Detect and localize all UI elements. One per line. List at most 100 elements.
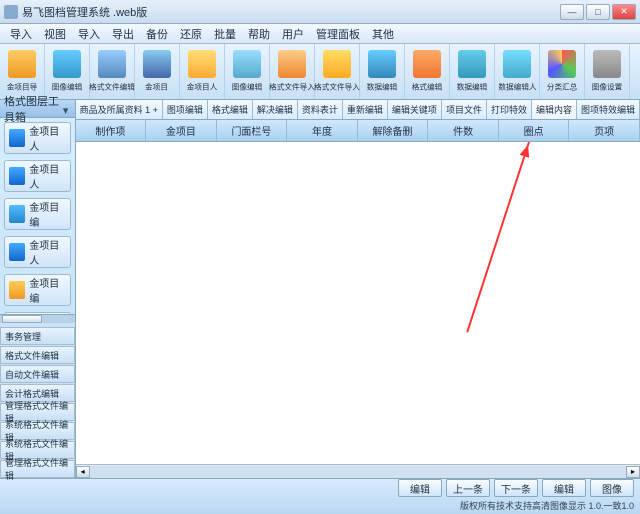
toolbar-label: 图像设置 xyxy=(592,81,623,92)
footer: 编辑上一条下一条编辑图像 版权所有技术支持高清图像显示 1.0.一致1.0 xyxy=(0,478,640,514)
tab-8[interactable]: 打印特效 xyxy=(487,100,532,119)
column-header-5[interactable]: 件数 xyxy=(428,120,499,141)
toolbar-button-3[interactable]: 金项目 xyxy=(135,44,180,99)
toolbar-button-2[interactable]: 格式文件编辑 xyxy=(90,44,135,99)
footer-button-3[interactable]: 编辑 xyxy=(542,479,586,497)
tab-6[interactable]: 编辑关键项 xyxy=(388,100,442,119)
toolbar-icon xyxy=(593,50,621,78)
footer-buttons: 编辑上一条下一条编辑图像 xyxy=(6,479,634,497)
toolbar-icon xyxy=(8,50,36,78)
toolbar-button-10[interactable]: 数据编辑 xyxy=(450,44,495,99)
column-header-4[interactable]: 解除备删 xyxy=(358,120,429,141)
menu-item-10[interactable]: 其他 xyxy=(366,26,400,42)
horizontal-scrollbar[interactable]: ◂ ▸ xyxy=(76,464,640,478)
footer-button-4[interactable]: 图像 xyxy=(590,479,634,497)
sidebar-item-1[interactable]: 金项目人 xyxy=(4,160,71,192)
scrollbar-thumb[interactable] xyxy=(2,315,42,323)
tab-4[interactable]: 资料表计 xyxy=(298,100,343,119)
sidebar-bottom: 事务管理格式文件编辑自动文件编辑会计格式编辑管理格式文件编辑系统格式文件编辑系统… xyxy=(0,323,75,478)
main-panel: 商品及所属资料 1 +图项编辑格式编辑解决编辑资料表计重新编辑编辑关键项项目文件… xyxy=(76,100,640,478)
sidebar-item-4[interactable]: 金项目编 xyxy=(4,274,71,306)
toolbar-button-1[interactable]: 图像编辑 xyxy=(45,44,90,99)
menu-item-9[interactable]: 管理面板 xyxy=(310,26,366,42)
column-headers: 制作项金项目门面栏号年度解除备删件数圈点页项 xyxy=(76,120,640,142)
toolbar-button-4[interactable]: 金项目人 xyxy=(180,44,225,99)
menu-item-1[interactable]: 视图 xyxy=(38,26,72,42)
menu-item-6[interactable]: 批量 xyxy=(208,26,242,42)
toolbar-label: 格式文件编辑 xyxy=(89,81,135,92)
toolbar-icon xyxy=(98,50,126,78)
toolbar-button-7[interactable]: 格式文件导入 xyxy=(315,44,360,99)
annotation-arrow xyxy=(466,142,530,333)
toolbar-icon xyxy=(548,50,576,78)
toolbar-button-8[interactable]: 数据编辑 xyxy=(360,44,405,99)
pin-icon[interactable]: ▾ xyxy=(63,104,71,114)
sidebar-items: 金项目人金项目人金项目编金项目人金项目编金项目编金项目编 xyxy=(0,118,75,314)
toolbar-label: 图像编辑 xyxy=(52,81,83,92)
sidebar-item-0[interactable]: 金项目人 xyxy=(4,122,71,154)
minimize-button[interactable]: — xyxy=(560,4,584,20)
tabstrip: 商品及所属资料 1 +图项编辑格式编辑解决编辑资料表计重新编辑编辑关键项项目文件… xyxy=(76,100,640,120)
sidebar-item-2[interactable]: 金项目编 xyxy=(4,198,71,230)
column-header-3[interactable]: 年度 xyxy=(287,120,358,141)
scroll-left-button[interactable]: ◂ xyxy=(76,466,90,478)
sidebar-item-3[interactable]: 金项目人 xyxy=(4,236,71,268)
toolbar-label: 金项目导 xyxy=(7,81,38,92)
workarea: 格式图层工具箱 ▾ 金项目人金项目人金项目编金项目人金项目编金项目编金项目编 事… xyxy=(0,100,640,478)
toolbar-button-13[interactable]: 图像设置 xyxy=(585,44,630,99)
toolbar-button-0[interactable]: 金项目导 xyxy=(0,44,45,99)
toolbar-icon xyxy=(278,50,306,78)
toolbar-button-9[interactable]: 格式编辑 xyxy=(405,44,450,99)
tab-3[interactable]: 解决编辑 xyxy=(253,100,298,119)
scroll-track[interactable] xyxy=(90,466,626,478)
maximize-button[interactable]: □ xyxy=(586,4,610,20)
toolbar-icon xyxy=(368,50,396,78)
toolbar-icon xyxy=(53,50,81,78)
toolbar-icon xyxy=(323,50,351,78)
tab-5[interactable]: 重新编辑 xyxy=(343,100,388,119)
tab-1[interactable]: 图项编辑 xyxy=(163,100,208,119)
menu-item-0[interactable]: 导入 xyxy=(4,26,38,42)
scroll-right-button[interactable]: ▸ xyxy=(626,466,640,478)
sidebar-bottom-item-1[interactable]: 格式文件编辑 xyxy=(0,346,75,364)
column-header-2[interactable]: 门面栏号 xyxy=(217,120,288,141)
toolbar-label: 金项目 xyxy=(146,81,169,92)
menu-item-5[interactable]: 还原 xyxy=(174,26,208,42)
data-grid[interactable] xyxy=(76,142,640,464)
sidebar-label: 金项目编 xyxy=(29,199,65,229)
sidebar-bottom-item-7[interactable]: 管理格式文件编辑 xyxy=(0,460,75,478)
toolbar-label: 数据编辑 xyxy=(457,81,488,92)
sidebar-bottom-item-2[interactable]: 自动文件编辑 xyxy=(0,365,75,383)
toolbar-label: 格式文件导入 xyxy=(314,81,360,92)
column-header-6[interactable]: 圈点 xyxy=(499,120,570,141)
menu-item-7[interactable]: 帮助 xyxy=(242,26,276,42)
window-buttons: — □ ✕ xyxy=(560,4,636,20)
footer-button-2[interactable]: 下一条 xyxy=(494,479,538,497)
sidebar-bottom-item-0[interactable]: 事务管理 xyxy=(0,327,75,345)
tab-9[interactable]: 编辑内容 xyxy=(532,100,577,119)
sidebar-label: 金项目人 xyxy=(29,123,65,153)
column-header-7[interactable]: 页项 xyxy=(569,120,640,141)
titlebar: 易飞图档管理系统 .web版 — □ ✕ xyxy=(0,0,640,24)
tab-10[interactable]: 图项特效编辑 xyxy=(577,100,640,119)
toolbar-button-5[interactable]: 图像编辑 xyxy=(225,44,270,99)
column-header-1[interactable]: 金项目 xyxy=(146,120,217,141)
tab-0[interactable]: 商品及所属资料 1 + xyxy=(76,100,163,119)
sidebar-scrollbar[interactable] xyxy=(0,314,75,323)
toolbar-label: 数据编辑 xyxy=(367,81,398,92)
column-header-0[interactable]: 制作项 xyxy=(76,120,147,141)
toolbar: 金项目导图像编辑格式文件编辑金项目金项目人图像编辑格式文件导入格式文件导入数据编… xyxy=(0,44,640,100)
toolbar-button-11[interactable]: 数据编辑人 xyxy=(495,44,540,99)
toolbar-button-6[interactable]: 格式文件导入 xyxy=(270,44,315,99)
window-title: 易飞图档管理系统 .web版 xyxy=(22,4,560,20)
close-button[interactable]: ✕ xyxy=(612,4,636,20)
footer-button-1[interactable]: 上一条 xyxy=(446,479,490,497)
menu-item-4[interactable]: 备份 xyxy=(140,26,174,42)
toolbar-button-12[interactable]: 分类汇总 xyxy=(540,44,585,99)
tab-7[interactable]: 项目文件 xyxy=(442,100,487,119)
menu-item-3[interactable]: 导出 xyxy=(106,26,140,42)
menu-item-8[interactable]: 用户 xyxy=(276,26,310,42)
tab-2[interactable]: 格式编辑 xyxy=(208,100,253,119)
menu-item-2[interactable]: 导入 xyxy=(72,26,106,42)
footer-button-0[interactable]: 编辑 xyxy=(398,479,442,497)
